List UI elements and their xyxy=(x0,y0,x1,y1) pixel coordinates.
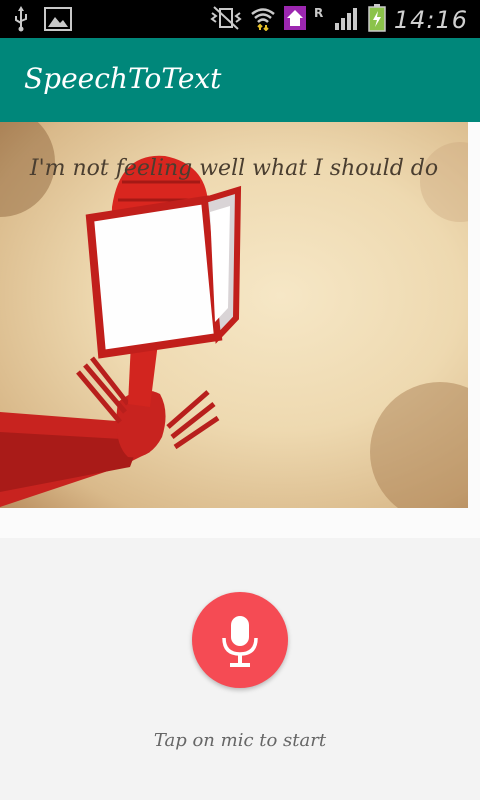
mic-button[interactable] xyxy=(192,592,288,688)
microphone-icon xyxy=(222,616,258,667)
instruction-text: Tap on mic to start xyxy=(153,730,327,751)
svg-text:R: R xyxy=(314,6,323,20)
clock-time: 14:16 xyxy=(393,6,468,34)
battery-charging-icon xyxy=(368,4,386,36)
usb-icon xyxy=(12,6,30,36)
roaming-icon: R xyxy=(314,5,326,35)
status-bar: R 14:16 xyxy=(0,0,480,38)
app-toolbar: SpeechToText xyxy=(0,38,480,122)
microphone-poster-image: I'm not feeling well what I should do xyxy=(0,122,468,508)
app-title: SpeechToText xyxy=(24,62,222,95)
image-icon xyxy=(44,7,72,35)
signal-icon xyxy=(334,5,360,35)
controls-area: Tap on mic to start xyxy=(0,538,480,800)
wifi-icon xyxy=(250,5,276,35)
status-right-icons: R 14:16 xyxy=(210,4,468,36)
vibrate-icon xyxy=(210,5,242,35)
status-left-icons xyxy=(12,6,72,36)
image-container: I'm not feeling well what I should do xyxy=(0,122,480,538)
home-icon xyxy=(283,6,306,34)
recognized-text: I'm not feeling well what I should do xyxy=(29,156,439,181)
